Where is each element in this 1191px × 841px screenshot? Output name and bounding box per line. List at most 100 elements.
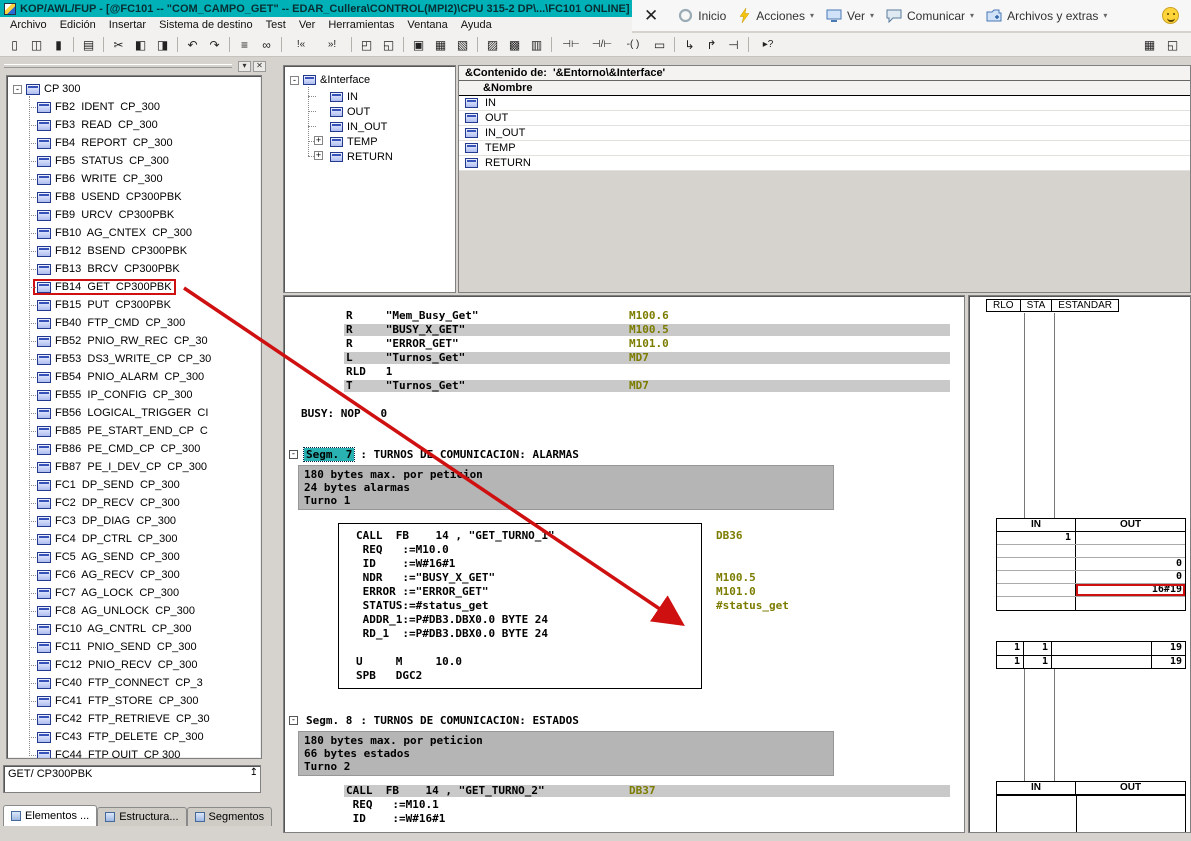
- tree-item[interactable]: FB86 PE_CMD_CP CP_300: [25, 440, 261, 458]
- tree-item[interactable]: FC44 FTP QUIT CP 300: [25, 746, 261, 759]
- tree-item[interactable]: FB2 IDENT CP_300: [25, 98, 261, 116]
- code-line[interactable]: ERROR :="ERROR_GET" M101.0: [284, 585, 964, 599]
- contact-nc-button[interactable]: ⊣/⊢: [587, 35, 617, 55]
- contents-row[interactable]: IN_OUT: [459, 126, 1190, 141]
- menu-item[interactable]: Ventana: [401, 18, 453, 32]
- close-panel-button[interactable]: [253, 61, 266, 72]
- new-button[interactable]: ▯: [4, 35, 25, 55]
- tab-segmentos[interactable]: Segmentos: [187, 807, 273, 826]
- stl-code-area[interactable]: R "Mem_Busy_Get" M100.6 R "BUSY_X_GET" M…: [283, 295, 965, 833]
- interface-root[interactable]: &Interface: [290, 71, 453, 89]
- tree-item[interactable]: FC5 AG_SEND CP_300: [25, 548, 261, 566]
- panel-dock-header[interactable]: [4, 60, 266, 72]
- interface-tree-item[interactable]: OUT: [304, 104, 453, 119]
- tree-item[interactable]: FC1 DP_SEND CP_300: [25, 476, 261, 494]
- code-line[interactable]: L "Turnos_Get" MD7: [284, 351, 964, 365]
- interface-tree-item[interactable]: IN_OUT: [304, 119, 453, 134]
- code-line[interactable]: RLD 1: [284, 365, 964, 379]
- menu-item[interactable]: Herramientas: [322, 18, 400, 32]
- tree-item[interactable]: FB14 GET CP300PBK: [25, 278, 261, 296]
- code-line[interactable]: NDR :="BUSY_X_GET" M100.5: [284, 571, 964, 585]
- tree-item[interactable]: FB9 URCV CP300PBK: [25, 206, 261, 224]
- tree-item[interactable]: FB56 LOGICAL_TRIGGER CI: [25, 404, 261, 422]
- code-line[interactable]: T "Turnos_Get" MD7: [284, 379, 964, 393]
- segment-8-header[interactable]: Segm. 8 : TURNOS DE COMUNICACION: ESTADO…: [284, 712, 964, 728]
- col-estandar[interactable]: ESTANDAR: [1052, 299, 1119, 312]
- tree-item[interactable]: FB13 BRCV CP300PBK: [25, 260, 261, 278]
- tree-item[interactable]: FC11 PNIO_SEND CP_300: [25, 638, 261, 656]
- panel-grid-button[interactable]: ▦: [1139, 35, 1160, 55]
- tree-item[interactable]: FC10 AG_CNTRL CP_300: [25, 620, 261, 638]
- copy-button[interactable]: ◧: [130, 35, 151, 55]
- tree-item[interactable]: FC4 DP_CTRL CP_300: [25, 530, 261, 548]
- col-sta[interactable]: STA: [1021, 299, 1053, 312]
- code-line[interactable]: U M 10.0: [284, 655, 964, 669]
- comment-toggle-button[interactable]: ▥: [526, 35, 547, 55]
- redo-button[interactable]: ↷: [204, 35, 225, 55]
- ver-button[interactable]: Ver ▾: [826, 9, 874, 23]
- tree-item[interactable]: FB5 STATUS CP_300: [25, 152, 261, 170]
- inicio-button[interactable]: Inicio: [678, 8, 726, 23]
- open-button[interactable]: ◫: [26, 35, 47, 55]
- menu-item[interactable]: Sistema de destino: [153, 18, 259, 32]
- prev-error-button[interactable]: !«: [286, 35, 316, 55]
- print-button[interactable]: ▤: [78, 35, 99, 55]
- restore-layout-button[interactable]: ◱: [1162, 35, 1183, 55]
- tree-item[interactable]: FC6 AG_RECV CP_300: [25, 566, 261, 584]
- code-line[interactable]: R "BUSY_X_GET" M100.5: [284, 323, 964, 337]
- tree-item[interactable]: FB53 DS3_WRITE_CP CP_30: [25, 350, 261, 368]
- interface-tree-item[interactable]: IN: [304, 89, 453, 104]
- tree-item[interactable]: FB54 PNIO_ALARM CP_300: [25, 368, 261, 386]
- tree-item[interactable]: FB12 BSEND CP300PBK: [25, 242, 261, 260]
- code-line[interactable]: RD_1 :=P#DB3.DBX0.0 BYTE 24: [284, 627, 964, 641]
- interface-tree-item[interactable]: RETURN: [304, 149, 453, 164]
- contents-row[interactable]: TEMP: [459, 141, 1190, 156]
- smiley-icon[interactable]: [1162, 7, 1179, 24]
- tree-root-cp300[interactable]: CP 300: [13, 80, 261, 98]
- close-icon[interactable]: ✕: [644, 7, 658, 24]
- code-line[interactable]: R "ERROR_GET" M101.0: [284, 337, 964, 351]
- tree-item[interactable]: FB6 WRITE CP_300: [25, 170, 261, 188]
- help-cursor-button[interactable]: ▸?: [753, 35, 783, 55]
- col-rlo[interactable]: RLO: [986, 299, 1021, 312]
- menu-item[interactable]: Ayuda: [455, 18, 498, 32]
- tree-item[interactable]: FC2 DP_RECV CP_300: [25, 494, 261, 512]
- symbolic-representation-button[interactable]: ▨: [482, 35, 503, 55]
- collapse-icon[interactable]: [13, 85, 22, 94]
- archivos-button[interactable]: Archivos y extras ▾: [986, 9, 1107, 23]
- code-line[interactable]: BUSY: NOP 0: [284, 407, 964, 421]
- tree-item[interactable]: FC12 PNIO_RECV CP_300: [25, 656, 261, 674]
- comunicar-button[interactable]: Comunicar ▾: [886, 9, 974, 23]
- code-line[interactable]: R "Mem_Busy_Get" M100.6: [284, 309, 964, 323]
- tree-item[interactable]: FB87 PE_I_DEV_CP CP_300: [25, 458, 261, 476]
- tree-item[interactable]: FB10 AG_CNTEX CP_300: [25, 224, 261, 242]
- connector-button[interactable]: ⊣: [723, 35, 744, 55]
- tree-item[interactable]: FC41 FTP_STORE CP_300: [25, 692, 261, 710]
- tree-item[interactable]: FB85 PE_START_END_CP C: [25, 422, 261, 440]
- contact-no-button[interactable]: ⊣⊢: [556, 35, 586, 55]
- tree-item[interactable]: FB8 USEND CP300PBK: [25, 188, 261, 206]
- tree-item[interactable]: FB40 FTP_CMD CP_300: [25, 314, 261, 332]
- tree-item[interactable]: FB55 IP_CONFIG CP_300: [25, 386, 261, 404]
- code-line[interactable]: SPB DGC2: [284, 669, 964, 683]
- collapse-icon[interactable]: [290, 76, 299, 85]
- tree-item[interactable]: FC40 FTP_CONNECT CP_3: [25, 674, 261, 692]
- empty-box-button[interactable]: ▭: [649, 35, 670, 55]
- cut-button[interactable]: ✂: [108, 35, 129, 55]
- tree-item[interactable]: FC43 FTP_DELETE CP_300: [25, 728, 261, 746]
- code-line[interactable]: REQ :=M10.1: [284, 798, 964, 812]
- tab-elementos[interactable]: Elementos ...: [3, 805, 97, 826]
- call-block-get-turno-1[interactable]: CALL FB 14 , "GET_TURNO_1" DB36 REQ :=M1…: [284, 529, 964, 683]
- drag-grip[interactable]: [4, 64, 232, 68]
- code-line[interactable]: ID :=W#16#1: [284, 557, 964, 571]
- tree-item[interactable]: FB3 READ CP_300: [25, 116, 261, 134]
- code-line[interactable]: REQ :=M10.0: [284, 543, 964, 557]
- monitor-button[interactable]: ∞: [256, 35, 277, 55]
- menu-item[interactable]: Ver: [293, 18, 322, 32]
- contents-row[interactable]: RETURN: [459, 156, 1190, 171]
- contents-row[interactable]: OUT: [459, 111, 1190, 126]
- tree-item[interactable]: FB52 PNIO_RW_REC CP_30: [25, 332, 261, 350]
- code-line[interactable]: CALL FB 14 , "GET_TURNO_2" DB37: [284, 784, 964, 798]
- dock-menu-button[interactable]: [238, 61, 251, 72]
- open-branch-button[interactable]: ↳: [679, 35, 700, 55]
